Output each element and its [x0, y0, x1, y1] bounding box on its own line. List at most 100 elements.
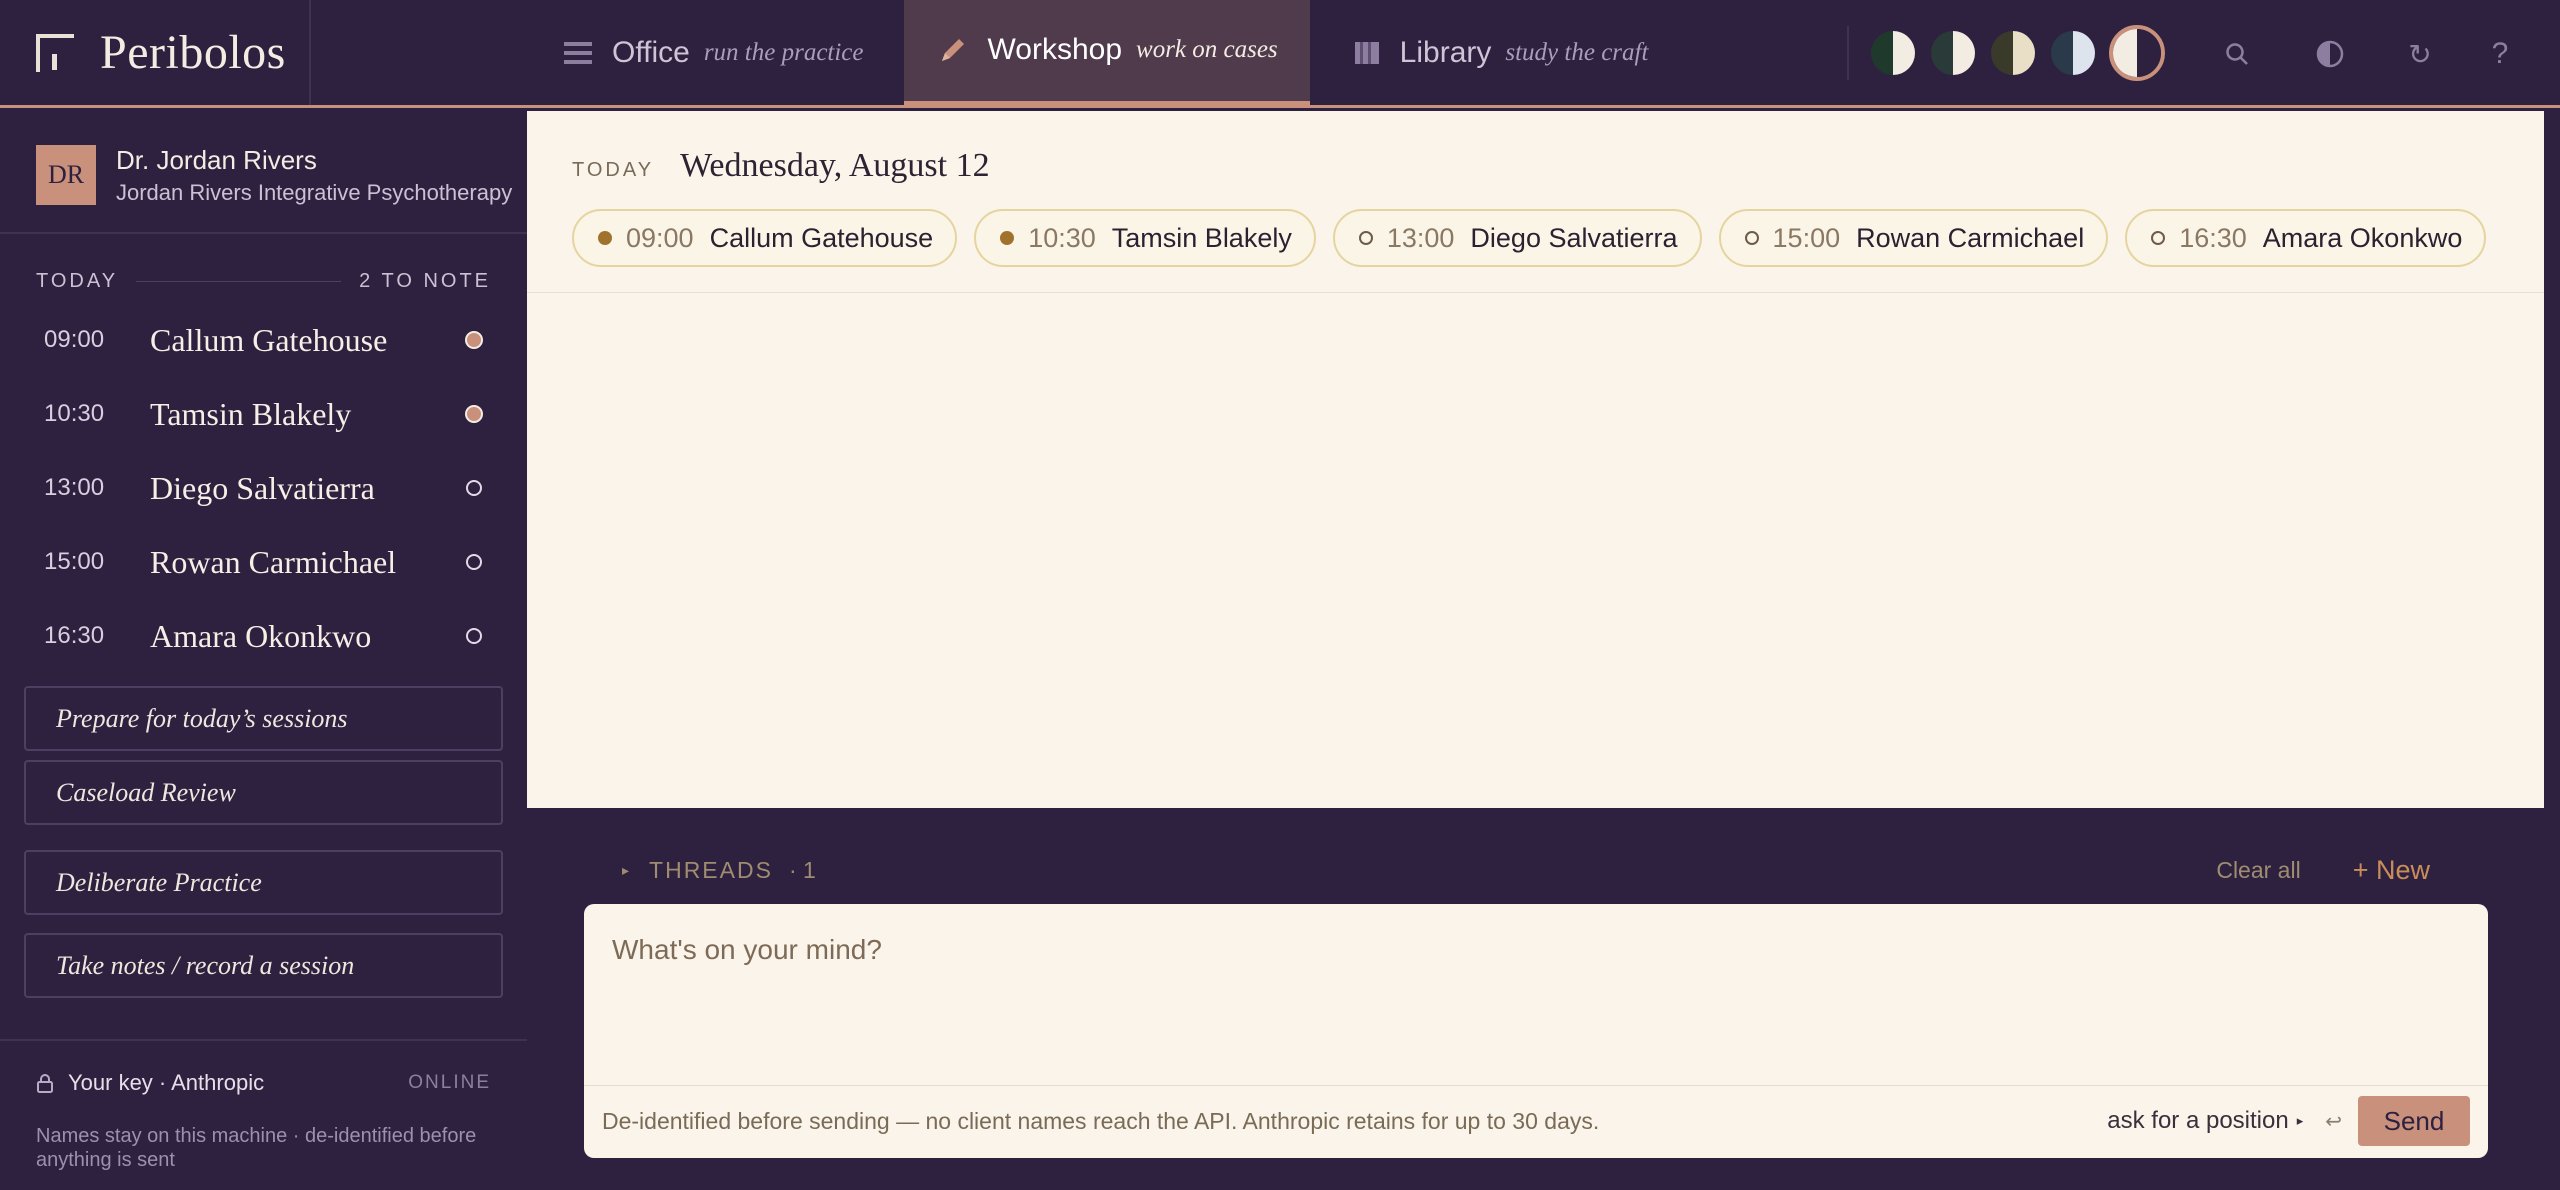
session-time: 13:00	[1386, 222, 1455, 253]
privacy-footnote: Names stay on this machine · de-identifi…	[36, 1125, 477, 1171]
appointment-name: Diego Salvatierra	[150, 469, 375, 506]
threads-label[interactable]: THREADS	[649, 857, 773, 884]
appointment-row[interactable]: 10:30 Tamsin Blakely	[0, 377, 527, 451]
theme-swatch[interactable]	[1929, 29, 1977, 77]
appointment-time: 09:00	[44, 326, 105, 353]
deliberate-practice-button[interactable]: Deliberate Practice	[24, 850, 503, 915]
profile-name: Dr. Jordan Rivers	[116, 144, 317, 175]
enter-key-icon: ↩	[2325, 1110, 2342, 1133]
appointment-row[interactable]: 15:00 Rowan Carmichael	[0, 525, 527, 599]
today-label: TODAY	[572, 159, 655, 181]
appointment-time: 16:30	[44, 622, 105, 649]
profile[interactable]: DR Dr. Jordan Rivers Jordan Rivers Integ…	[36, 144, 526, 206]
session-chip[interactable]: 16:30 Amara Okonkwo	[2125, 209, 2487, 267]
appointment-row[interactable]: 09:00 Callum Gatehouse	[0, 303, 527, 377]
caseload-review-button[interactable]: Caseload Review	[24, 760, 503, 825]
session-time: 16:30	[2179, 222, 2247, 253]
divider	[584, 1085, 2488, 1086]
today-rule	[136, 280, 342, 282]
profile-practice: Jordan Rivers Integrative Psychotherapy	[116, 179, 513, 205]
theme-swatch[interactable]	[1989, 29, 2037, 77]
date-header: TODAY Wednesday, August 12	[572, 147, 990, 185]
help-icon[interactable]: ?	[2480, 34, 2520, 74]
menu-icon	[564, 40, 592, 66]
tab-workshop[interactable]: Workshop work on cases	[903, 0, 1310, 107]
prepare-sessions-button[interactable]: Prepare for today’s sessions	[24, 686, 503, 751]
flag-dot-icon	[598, 231, 612, 245]
theme-swatch-selected[interactable]	[2109, 25, 2165, 81]
brand[interactable]: Peribolos	[0, 0, 311, 105]
appointment-time: 10:30	[44, 400, 105, 427]
divider	[0, 1039, 527, 1041]
avatar: DR	[36, 145, 96, 205]
page-title: Wednesday, August 12	[680, 147, 990, 184]
empty-dot-icon	[466, 554, 482, 570]
empty-dot-icon	[2151, 231, 2166, 245]
session-client: Rowan Carmichael	[1856, 222, 2085, 253]
take-notes-button[interactable]: Take notes / record a session	[24, 933, 503, 998]
note-count: 2 TO NOTE	[359, 269, 491, 292]
session-chip[interactable]: 09:00 Callum Gatehouse	[572, 209, 958, 267]
empty-dot-icon	[466, 628, 482, 644]
session-client: Diego Salvatierra	[1470, 222, 1678, 253]
api-key-status[interactable]: Your key · Anthropic ONLINE	[36, 1068, 491, 1098]
sidebar: DR Dr. Jordan Rivers Jordan Rivers Integ…	[0, 108, 527, 1190]
top-bar: Peribolos Office run the practice Worksh…	[0, 0, 2560, 108]
tab-library[interactable]: Library study the craft	[1310, 0, 1681, 105]
flag-dot-icon	[1000, 231, 1015, 245]
empty-dot-icon	[466, 480, 482, 496]
contrast-icon[interactable]	[2310, 34, 2350, 74]
privacy-note: De-identified before sending — no client…	[602, 1107, 1600, 1134]
appointment-row[interactable]: 16:30 Amara Okonkwo	[0, 599, 527, 673]
ask-position-toggle[interactable]: ask for a position	[2107, 1107, 2288, 1135]
empty-dot-icon	[1358, 231, 1373, 245]
send-button[interactable]: Send	[2358, 1096, 2470, 1146]
flag-dot-icon	[465, 405, 483, 423]
api-key-label: Your key · Anthropic	[68, 1070, 265, 1095]
tab-workshop-label: Workshop	[987, 32, 1123, 66]
connection-status: ONLINE	[408, 1072, 491, 1093]
pencil-icon	[938, 35, 968, 65]
theme-swatch[interactable]	[1869, 29, 1917, 77]
session-chip[interactable]: 15:00 Rowan Carmichael	[1718, 209, 2109, 267]
book-icon	[1354, 40, 1380, 66]
today-label: TODAY	[36, 269, 119, 292]
tab-office[interactable]: Office run the practice	[530, 0, 904, 105]
session-client: Tamsin Blakely	[1111, 222, 1292, 253]
appointment-time: 13:00	[44, 474, 105, 501]
workshop-canvas: TODAY Wednesday, August 12 09:00 Callum …	[527, 111, 2544, 808]
tab-library-label: Library	[1399, 35, 1492, 69]
session-chip[interactable]: 13:00 Diego Salvatierra	[1332, 209, 1702, 267]
lock-icon	[36, 1073, 54, 1093]
theme-swatch[interactable]	[2049, 29, 2097, 77]
theme-picker	[1847, 25, 2177, 81]
appointment-time: 15:00	[44, 548, 105, 575]
divider	[527, 292, 2544, 293]
brand-logo-icon	[36, 33, 74, 72]
session-chip[interactable]: 10:30 Tamsin Blakely	[974, 209, 1316, 267]
composer-footer: De-identified before sending — no client…	[602, 1093, 2470, 1149]
session-time: 10:30	[1028, 222, 1096, 253]
session-chips: 09:00 Callum Gatehouse 10:30 Tamsin Blak…	[572, 209, 2503, 267]
appointment-name: Rowan Carmichael	[150, 543, 397, 580]
search-icon[interactable]	[2217, 34, 2257, 74]
flag-dot-icon	[465, 331, 483, 349]
brand-name: Peribolos	[100, 26, 286, 79]
today-header: TODAY 2 TO NOTE	[36, 266, 491, 296]
threads-toggle-icon[interactable]: ▸	[622, 862, 629, 879]
tab-workshop-subtitle: work on cases	[1136, 35, 1278, 63]
composer: De-identified before sending — no client…	[584, 904, 2488, 1158]
tab-office-label: Office	[612, 35, 690, 69]
refresh-icon[interactable]: ↻	[2400, 34, 2440, 74]
new-thread-button[interactable]: + New	[2353, 855, 2430, 886]
session-client: Amara Okonkwo	[2262, 222, 2463, 253]
empty-dot-icon	[1744, 231, 1759, 245]
appointment-row[interactable]: 13:00 Diego Salvatierra	[0, 451, 527, 525]
threads-count: · 1	[788, 856, 816, 883]
clear-all-button[interactable]: Clear all	[2216, 857, 2300, 884]
divider	[0, 232, 527, 234]
session-time: 09:00	[626, 222, 694, 253]
message-input[interactable]	[612, 934, 2452, 1054]
tab-office-subtitle: run the practice	[703, 38, 864, 66]
threads-bar: ▸ THREADS · 1 Clear all + New	[622, 854, 2430, 886]
